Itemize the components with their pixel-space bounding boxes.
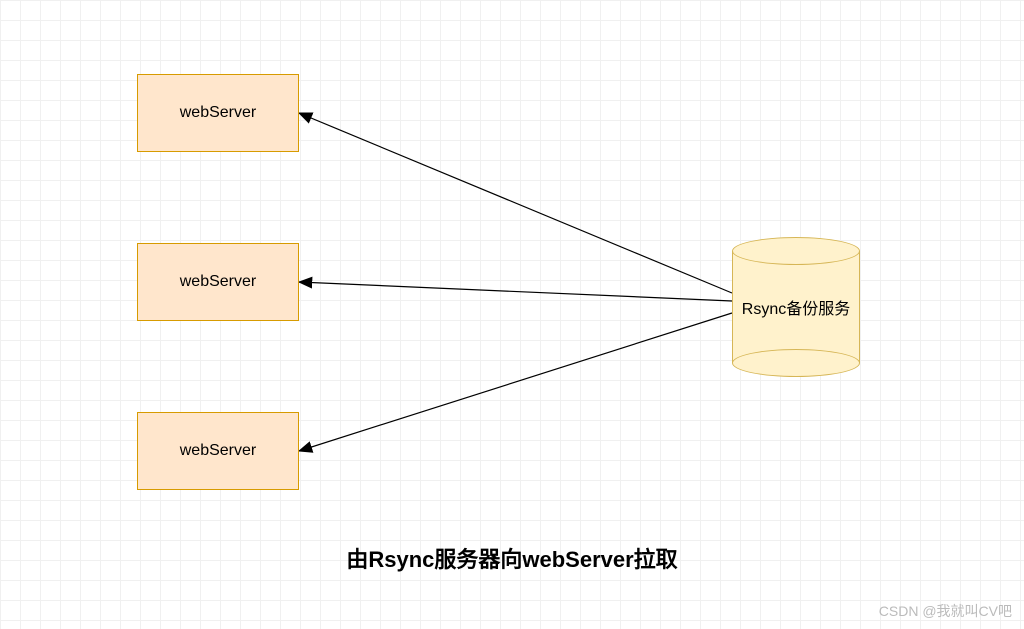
cylinder-top xyxy=(732,237,860,265)
webserver-node-3: webServer xyxy=(137,412,299,490)
webserver-label-1: webServer xyxy=(180,104,256,122)
cylinder-bottom xyxy=(732,349,860,377)
webserver-label-2: webServer xyxy=(180,273,256,291)
webserver-label-3: webServer xyxy=(180,442,256,460)
rsync-db-label: Rsync备份服务 xyxy=(742,295,850,319)
rsync-db-node: Rsync备份服务 xyxy=(732,237,860,377)
watermark-text: CSDN @我就叫CV吧 xyxy=(879,601,1012,621)
webserver-node-2: webServer xyxy=(137,243,299,321)
webserver-node-1: webServer xyxy=(137,74,299,152)
diagram-caption: 由Rsync服务器向webServer拉取 xyxy=(346,542,677,574)
